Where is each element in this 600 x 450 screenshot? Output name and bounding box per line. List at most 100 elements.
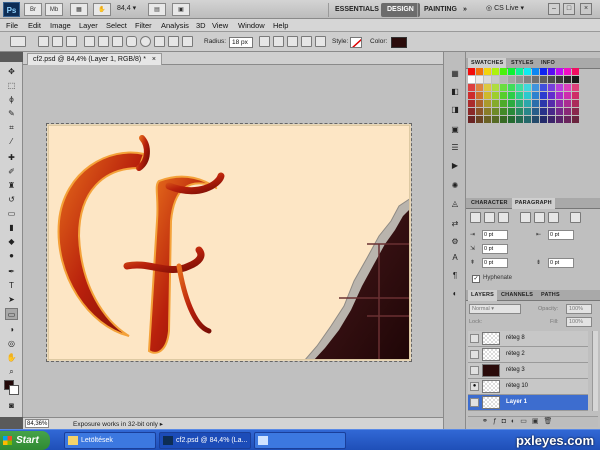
fill-input[interactable]: 100% xyxy=(566,317,592,327)
swatch[interactable] xyxy=(572,84,579,91)
indent-left-input[interactable]: 0 pt xyxy=(482,230,508,240)
shape-tool-icon[interactable]: ▭ xyxy=(5,308,18,320)
tab-paragraph[interactable]: PARAGRAPH xyxy=(512,198,555,209)
layer-row-selected[interactable]: Layer 1 xyxy=(468,395,588,411)
document-tab-close-icon[interactable]: × xyxy=(152,56,156,63)
adjustments-panel-icon[interactable]: ◧ xyxy=(448,86,462,98)
ellipse-shape-icon[interactable] xyxy=(140,36,151,47)
swatch[interactable] xyxy=(508,108,515,115)
history-panel-icon[interactable]: ☰ xyxy=(448,142,462,154)
swatch[interactable] xyxy=(468,108,475,115)
blur-tool-icon[interactable]: ◆ xyxy=(5,236,18,248)
eye-icon[interactable]: ● xyxy=(470,382,479,391)
menu-file[interactable]: File xyxy=(6,20,18,31)
fx-icon[interactable]: ƒ xyxy=(493,418,502,425)
quick-mask-icon[interactable]: ◙ xyxy=(5,400,18,412)
align-left-icon[interactable] xyxy=(470,212,481,223)
swatch[interactable] xyxy=(572,116,579,123)
workspace-essentials[interactable]: ESSENTIALS xyxy=(328,3,385,17)
eraser-tool-icon[interactable]: ▭ xyxy=(5,208,18,220)
new-shape-layer-icon[interactable] xyxy=(259,36,270,47)
paragraph-panel-icon[interactable]: ¶ xyxy=(448,270,462,282)
swatch[interactable] xyxy=(556,68,563,75)
align-center-icon[interactable] xyxy=(484,212,495,223)
swatch[interactable] xyxy=(500,68,507,75)
3d-panel-icon[interactable]: ▣ xyxy=(448,124,462,136)
swatch[interactable] xyxy=(492,108,499,115)
swatch[interactable] xyxy=(500,76,507,83)
radius-input[interactable]: 18 px xyxy=(229,37,253,48)
arrange-documents-icon[interactable]: ▤ xyxy=(148,3,166,16)
swatch[interactable] xyxy=(556,92,563,99)
cs-live-button[interactable]: ◎ CS Live ▾ xyxy=(486,4,524,12)
swatch[interactable] xyxy=(484,68,491,75)
layer-row[interactable]: réteg 2 xyxy=(468,347,588,363)
swatch[interactable] xyxy=(524,100,531,107)
swatch[interactable] xyxy=(484,76,491,83)
tab-channels[interactable]: CHANNELS xyxy=(498,290,536,301)
rounded-rectangle-icon[interactable] xyxy=(126,36,137,47)
quick-selection-icon[interactable]: ✎ xyxy=(5,108,18,120)
swatch[interactable] xyxy=(516,116,523,123)
swatch[interactable] xyxy=(524,116,531,123)
maximize-button[interactable]: □ xyxy=(563,3,575,15)
swatch[interactable] xyxy=(492,100,499,107)
swatch[interactable] xyxy=(532,84,539,91)
swatch[interactable] xyxy=(564,84,571,91)
swatch[interactable] xyxy=(556,108,563,115)
swatch[interactable] xyxy=(556,84,563,91)
swatch[interactable] xyxy=(476,100,483,107)
zoom-tool-icon[interactable]: ⌕ xyxy=(5,366,18,378)
swatch[interactable] xyxy=(540,108,547,115)
swatch[interactable] xyxy=(564,76,571,83)
swatch[interactable] xyxy=(484,108,491,115)
polygon-shape-icon[interactable] xyxy=(154,36,165,47)
swatch[interactable] xyxy=(564,108,571,115)
swatch[interactable] xyxy=(548,76,555,83)
tool-preset-picker[interactable] xyxy=(10,36,26,47)
swatch[interactable] xyxy=(548,116,555,123)
justify-last-left-icon[interactable] xyxy=(520,212,531,223)
swatch[interactable] xyxy=(476,68,483,75)
line-shape-icon[interactable] xyxy=(168,36,179,47)
healing-brush-icon[interactable]: ✚ xyxy=(5,152,18,164)
swatch[interactable] xyxy=(540,68,547,75)
style-picker[interactable] xyxy=(350,37,362,48)
visibility-toggle-icon[interactable] xyxy=(470,366,479,375)
freeform-pen-icon[interactable] xyxy=(98,36,109,47)
workspace-design[interactable]: DESIGN xyxy=(381,3,420,17)
swatch[interactable] xyxy=(548,100,555,107)
visibility-toggle-icon[interactable] xyxy=(470,350,479,359)
swatch[interactable] xyxy=(476,92,483,99)
color-panel-icon[interactable]: ▦ xyxy=(448,68,462,80)
move-tool-icon[interactable]: ✥ xyxy=(5,66,18,78)
more-workspaces-button[interactable]: » xyxy=(457,3,473,17)
masks-panel-icon[interactable]: ◨ xyxy=(448,104,462,116)
fill-pixels-icon[interactable] xyxy=(66,36,77,47)
swatch[interactable] xyxy=(476,116,483,123)
swatch[interactable] xyxy=(476,84,483,91)
swatch[interactable] xyxy=(516,108,523,115)
align-right-icon[interactable] xyxy=(498,212,509,223)
new-group-icon[interactable]: ▭ xyxy=(520,418,532,425)
swatch[interactable] xyxy=(476,76,483,83)
hyphenate-checkbox[interactable]: ✓ xyxy=(472,275,480,283)
swatch[interactable] xyxy=(484,100,491,107)
space-after-input[interactable]: 0 pt xyxy=(548,258,574,268)
3d-rotate-icon[interactable]: ◑ xyxy=(5,324,18,336)
menu-analysis[interactable]: Analysis xyxy=(161,20,189,31)
layer-row[interactable]: réteg 8 xyxy=(468,331,588,347)
menu-view[interactable]: View xyxy=(212,20,228,31)
bridge-button[interactable]: Br xyxy=(24,3,42,16)
dodge-tool-icon[interactable]: ● xyxy=(5,250,18,262)
swatch[interactable] xyxy=(532,68,539,75)
eyedropper-icon[interactable]: ⁄ xyxy=(5,136,18,148)
zoom-level-dropdown[interactable]: 84,4 ▾ xyxy=(117,4,147,15)
swatch[interactable] xyxy=(564,68,571,75)
swatch[interactable] xyxy=(492,76,499,83)
swatch[interactable] xyxy=(540,116,547,123)
swatch[interactable] xyxy=(524,68,531,75)
lasso-tool-icon[interactable]: ϕ xyxy=(5,94,18,106)
taskbar-photoshop[interactable]: cf2.psd @ 84,4% (La... xyxy=(159,432,251,449)
swatch[interactable] xyxy=(492,92,499,99)
